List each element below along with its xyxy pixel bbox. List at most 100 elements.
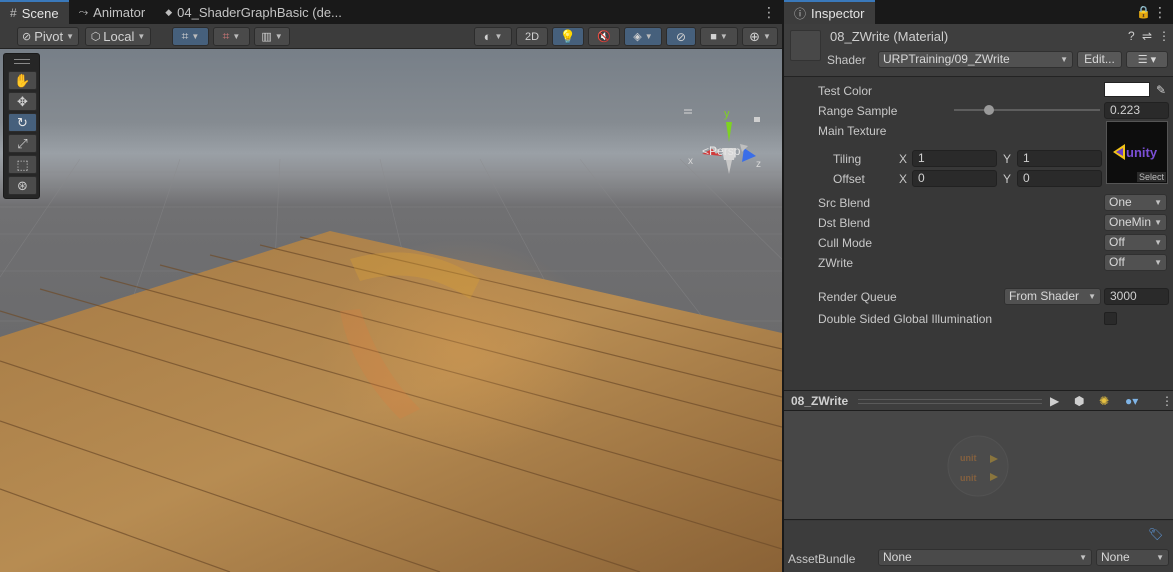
transform-tool-button[interactable]: ⊛ [8,176,37,195]
zwrite-dropdown[interactable]: Off ▼ [1104,254,1167,271]
dst-blend-label: Dst Blend [818,216,871,230]
cull-mode-dropdown[interactable]: Off ▼ [1104,234,1167,251]
tiling-x-value: 1 [918,151,925,165]
render-queue-value: 3000 [1110,289,1137,303]
kebab-menu-icon[interactable]: ⋮ [762,4,776,21]
increment-snap-toggle[interactable]: ⌗ ▼ [213,27,250,46]
main-texture-label: Main Texture [818,124,887,138]
scale-tool-button[interactable]: ⤢ [8,134,37,153]
range-sample-thumb[interactable] [984,105,994,115]
local-dropdown[interactable]: ⬡ Local ▼ [85,27,151,46]
palette-grip[interactable] [14,59,30,64]
tab-scene[interactable]: # Scene [0,0,69,24]
grid-visibility-toggle[interactable]: ▥ ▼ [254,27,290,46]
test-color-swatch[interactable] [1104,82,1150,97]
scene-toolbar: ⊘ Pivot ▼ ⬡ Local ▼ ⌗ ▼ ⌗ ▼ ▥ ▼ ◐ ▼ 2D 💡… [0,24,782,49]
chevron-down-icon: ▼ [191,32,200,41]
chevron-down-icon: ▼ [1088,292,1096,301]
tiling-label: Tiling [833,152,862,166]
pivot-dropdown[interactable]: ⊘ Pivot ▼ [17,27,79,46]
kebab-menu-icon[interactable]: ⋮ [1161,394,1173,408]
lighting-toggle[interactable]: 💡 [552,27,584,46]
orientation-gizmo[interactable]: y x z [684,104,780,214]
asset-bundle-name-dropdown[interactable]: None ▼ [878,549,1092,566]
lock-icon[interactable]: 🔒 [1136,5,1151,19]
draw-mode-dropdown[interactable]: ◐ ▼ [474,27,512,46]
tab-shadergraph[interactable]: ◆ 04_ShaderGraphBasic (de... [155,0,352,24]
axis-z-cone[interactable] [742,148,756,162]
zwrite-label: ZWrite [818,256,854,270]
tag-icon[interactable]: 🏷 [1148,527,1163,541]
material-preview[interactable]: unit unit [784,411,1173,520]
shader-value: URPTraining/09_ZWrite [883,52,1010,66]
axis-z-label: z [756,159,761,170]
eyedropper-icon[interactable]: ✎ [1156,83,1166,97]
scene-viewport[interactable]: y x z <Persp [0,49,782,572]
asset-bundle-variant-value: None [1101,550,1130,564]
axis-y-label: y [724,108,730,120]
tab-animator-label: Animator [93,4,146,20]
range-sample-field[interactable]: 0.223 [1104,102,1169,119]
rect-icon: ⬚ [16,156,29,172]
render-queue-label: Render Queue [818,290,897,304]
preset-icon[interactable]: ⇌ [1142,29,1152,43]
shader-dropdown[interactable]: URPTraining/09_ZWrite ▼ [878,51,1073,68]
sphere-preview-icon[interactable]: ●▾ [1125,394,1138,408]
light-icon[interactable]: ✺ [1099,394,1109,408]
tiling-y-label: Y [1003,152,1012,166]
asset-bundle-variant-dropdown[interactable]: None ▼ [1096,549,1169,566]
play-icon[interactable]: ▶ [1050,394,1059,408]
src-blend-dropdown[interactable]: One ▼ [1104,194,1167,211]
audio-toggle[interactable]: 🔇 [588,27,620,46]
edit-shader-button[interactable]: Edit... [1077,51,1122,68]
material-icon [790,30,821,61]
chevron-down-icon: ▼ [232,32,241,41]
double-sided-gi-checkbox[interactable] [1104,312,1117,325]
tiling-x-field[interactable]: 1 [912,150,997,167]
offset-x-field[interactable]: 0 [912,170,997,187]
hand-tool-button[interactable]: ✋ [8,71,37,90]
cube-icon[interactable]: ⬢ [1074,394,1084,408]
rect-tool-button[interactable]: ⬚ [8,155,37,174]
grid-snap-toggle[interactable]: ⌗ ▼ [172,27,209,46]
toggle-2d-label: 2D [524,30,540,43]
hand-icon: ✋ [14,72,31,88]
toggle-2d-button[interactable]: 2D [516,27,548,46]
tab-inspector[interactable]: ⓘ Inspector [784,0,875,24]
chevron-down-icon: ▼ [1060,55,1068,64]
dst-blend-dropdown[interactable]: OneMin ▼ [1104,214,1167,231]
shader-options-dropdown[interactable]: ☰ ▾ [1126,51,1168,68]
rotate-tool-button[interactable]: ↻ [8,113,37,132]
axis-y-cone[interactable] [726,122,732,142]
chevron-down-icon: ▼ [137,32,146,41]
kebab-menu-icon[interactable]: ⋮ [1158,29,1170,43]
gizmos-dropdown[interactable]: ⊕ ▼ [742,27,778,46]
move-tool-button[interactable]: ✥ [8,92,37,111]
grid-snap-icon: ⌗ [181,29,189,43]
camera-dropdown[interactable]: ■ ▼ [700,27,738,46]
preview-resize-grip[interactable] [858,399,1042,404]
range-sample-slider[interactable] [954,109,1100,111]
zwrite-value: Off [1109,255,1125,269]
main-texture-slot[interactable]: unity Select [1106,121,1168,184]
tiling-y-field[interactable]: 1 [1017,150,1102,167]
projection-label: Persp [709,144,741,158]
projection-toggle[interactable]: <Persp [702,144,740,158]
tab-animator[interactable]: ⤳ Animator [69,0,156,24]
offset-y-field[interactable]: 0 [1017,170,1102,187]
chevron-down-icon: ▼ [1154,258,1162,267]
ruler-icon: ▥ [261,31,272,43]
texture-select-button[interactable]: Select [1136,172,1166,182]
perspective-icon: < [702,144,710,158]
help-icon[interactable]: ? [1128,29,1135,43]
audio-mute-icon: 🔇 [597,31,611,43]
scene-visibility-toggle[interactable]: ⊘ [666,27,696,46]
svg-text:unit: unit [960,473,977,483]
effects-dropdown[interactable]: ◈ ▼ [624,27,662,46]
kebab-menu-icon[interactable]: ⋮ [1153,4,1167,21]
render-queue-field[interactable]: 3000 [1104,288,1169,305]
lock-icon[interactable] [754,117,760,122]
double-sided-gi-label: Double Sided Global Illumination [818,312,993,326]
grid-icon: # [10,6,17,20]
render-queue-dropdown[interactable]: From Shader ▼ [1004,288,1101,305]
